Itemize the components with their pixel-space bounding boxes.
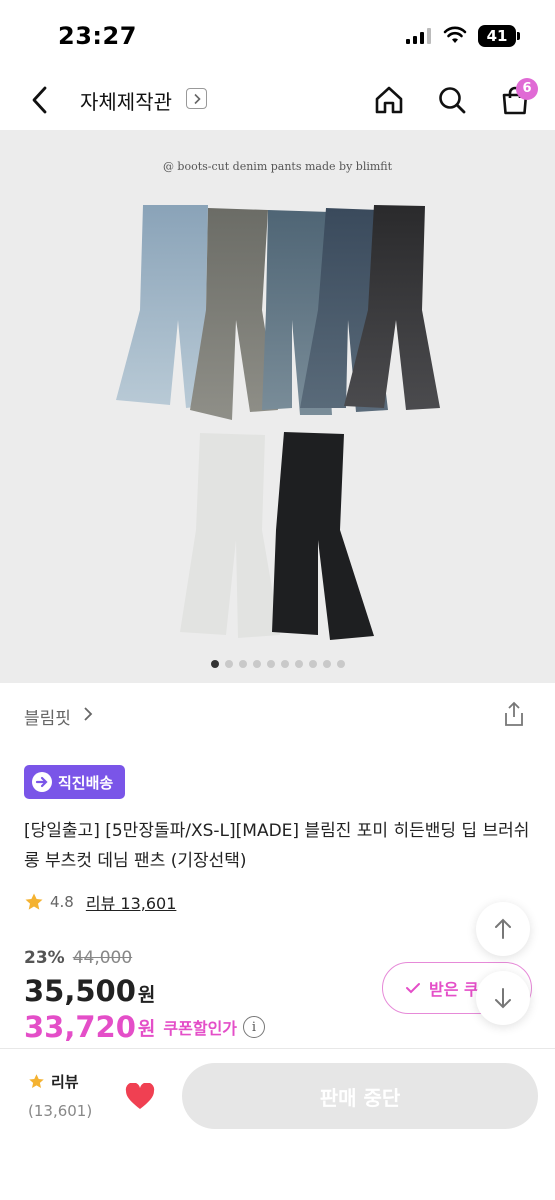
chevron-right-icon[interactable]: [82, 705, 94, 727]
home-button[interactable]: [369, 80, 409, 120]
jeans-photo: [116, 205, 440, 640]
wifi-icon: [443, 25, 467, 49]
review-summary[interactable]: 리뷰 (13,601): [28, 1071, 92, 1120]
share-button[interactable]: [500, 700, 528, 728]
wishlist-button[interactable]: [122, 1079, 158, 1113]
coupon-price-unit: 원: [137, 1017, 156, 1040]
chevron-right-icon[interactable]: [186, 88, 207, 109]
price-area: 23% 44,000 35,500 원 33,720 원 쿠폰할인가 i: [24, 948, 344, 1044]
rating-value: 4.8: [50, 893, 74, 911]
carousel-dot[interactable]: [210, 660, 219, 668]
carousel-dots: [0, 660, 555, 668]
product-image-carousel[interactable]: @ boots-cut denim pants made by blimfit: [0, 130, 555, 683]
status-bar: 23:27 41: [0, 0, 555, 70]
delivery-badge-label: 직진배송: [58, 773, 114, 792]
carousel-dot[interactable]: [280, 660, 289, 668]
search-icon: [439, 87, 466, 114]
product-title: [당일출고] [5만장돌파/XS-L][MADE] 블림진 포미 히든밴딩 딥 …: [24, 821, 530, 871]
carousel-dot[interactable]: [308, 660, 317, 668]
review-summary-count: (13,601): [28, 1102, 93, 1120]
carousel-dot[interactable]: [336, 660, 345, 668]
arrow-down-icon: [495, 988, 511, 1009]
carousel-dot[interactable]: [224, 660, 233, 668]
carousel-dot[interactable]: [266, 660, 275, 668]
coupon-price-label: 쿠폰할인가: [163, 1019, 238, 1038]
heart-icon: [125, 1082, 155, 1109]
star-icon: [29, 1074, 44, 1088]
share-icon: [505, 701, 523, 726]
sale-price-unit: 원: [137, 984, 156, 1006]
sale-price: 35,500: [24, 974, 136, 1008]
search-button[interactable]: [432, 80, 472, 120]
discount-rate: 23%: [24, 948, 65, 968]
signal-icon: [406, 28, 432, 48]
rating-row: 4.8 리뷰 13,601: [24, 890, 176, 914]
nav-title[interactable]: 자체제작관: [80, 86, 172, 115]
home-icon: [375, 86, 403, 114]
carousel-dot[interactable]: [322, 660, 331, 668]
arrow-up-icon: [495, 918, 511, 939]
scroll-up-button[interactable]: [476, 902, 530, 956]
check-icon: [406, 983, 420, 994]
sold-out-button[interactable]: 판매 중단: [182, 1063, 538, 1129]
original-price: 44,000: [72, 948, 133, 968]
cart-count-badge: 6: [516, 78, 538, 100]
brand-row: 블림핏: [0, 696, 555, 732]
star-icon: [25, 893, 43, 910]
status-time: 23:27: [58, 22, 137, 50]
delivery-icon: [32, 772, 52, 792]
coupon-price: 33,720: [24, 1010, 136, 1044]
bottom-action-bar: 리뷰 (13,601) 판매 중단: [0, 1048, 555, 1200]
carousel-dot[interactable]: [294, 660, 303, 668]
coupon-button-label: 받은 쿠: [429, 980, 479, 999]
brand-name-link[interactable]: 블림핏: [24, 704, 71, 729]
chevron-left-icon: [32, 86, 47, 114]
direct-delivery-badge: 직진배송: [24, 765, 126, 799]
scroll-down-button[interactable]: [476, 971, 530, 1025]
battery-indicator: 41: [478, 25, 520, 47]
back-button[interactable]: [22, 82, 58, 118]
buy-button-label: 판매 중단: [319, 1085, 401, 1110]
carousel-dot[interactable]: [252, 660, 261, 668]
info-icon[interactable]: i: [243, 1016, 266, 1038]
review-summary-label: 리뷰: [51, 1073, 79, 1091]
review-count-link[interactable]: 리뷰 13,601: [86, 890, 177, 914]
carousel-dot[interactable]: [238, 660, 247, 668]
nav-bar: 자체제작관 6: [0, 70, 555, 130]
